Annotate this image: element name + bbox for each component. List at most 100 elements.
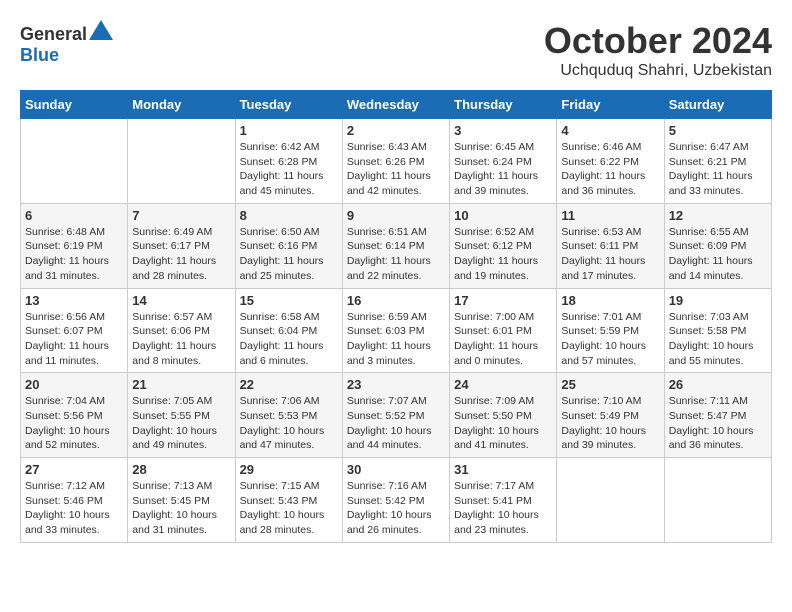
day-number: 16 (347, 293, 445, 308)
day-info: Sunrise: 7:05 AMSunset: 5:55 PMDaylight:… (132, 394, 230, 453)
day-number: 3 (454, 123, 552, 138)
day-info: Sunrise: 6:51 AMSunset: 6:14 PMDaylight:… (347, 225, 445, 284)
weekday-header-tuesday: Tuesday (235, 91, 342, 119)
calendar-cell: 29 Sunrise: 7:15 AMSunset: 5:43 PMDayligh… (235, 458, 342, 543)
weekday-header-monday: Monday (128, 91, 235, 119)
day-info: Sunrise: 6:57 AMSunset: 6:06 PMDaylight:… (132, 310, 230, 369)
calendar-week-3: 13 Sunrise: 6:56 AMSunset: 6:07 PMDayligh… (21, 288, 772, 373)
day-info: Sunrise: 6:59 AMSunset: 6:03 PMDaylight:… (347, 310, 445, 369)
day-number: 19 (669, 293, 767, 308)
calendar-cell: 11 Sunrise: 6:53 AMSunset: 6:11 PMDayligh… (557, 203, 664, 288)
calendar-cell: 25Sunrise: 7:10 AMSunset: 5:49 PMDayligh… (557, 373, 664, 458)
calendar-cell: 5Sunrise: 6:47 AMSunset: 6:21 PMDaylight… (664, 119, 771, 204)
day-number: 12 (669, 208, 767, 223)
calendar-cell: 30Sunrise: 7:16 AMSunset: 5:42 PMDayligh… (342, 458, 449, 543)
calendar-cell (664, 458, 771, 543)
weekday-header-friday: Friday (557, 91, 664, 119)
day-number: 21 (132, 377, 230, 392)
day-info: Sunrise: 7:17 AMSunset: 5:41 PMDaylight:… (454, 479, 552, 538)
weekday-header-sunday: Sunday (21, 91, 128, 119)
weekday-header-thursday: Thursday (450, 91, 557, 119)
day-info: Sunrise: 6:58 AMSunset: 6:04 PMDaylight:… (240, 310, 338, 369)
day-number: 24 (454, 377, 552, 392)
day-number: 14 (132, 293, 230, 308)
calendar-week-4: 20 Sunrise: 7:04 AMSunset: 5:56 PMDayligh… (21, 373, 772, 458)
day-number: 5 (669, 123, 767, 138)
calendar-cell: 6 Sunrise: 6:48 AMSunset: 6:19 PMDaylight… (21, 203, 128, 288)
calendar-cell: 31 Sunrise: 7:17 AMSunset: 5:41 PMDayligh… (450, 458, 557, 543)
calendar-cell: 9 Sunrise: 6:51 AMSunset: 6:14 PMDaylight… (342, 203, 449, 288)
day-number: 2 (347, 123, 445, 138)
day-number: 26 (669, 377, 767, 392)
calendar-cell: 3 Sunrise: 6:45 AMSunset: 6:24 PMDaylight… (450, 119, 557, 204)
day-number: 11 (561, 208, 659, 223)
day-number: 28 (132, 462, 230, 477)
calendar-cell: 27 Sunrise: 7:12 AMSunset: 5:46 PMDayligh… (21, 458, 128, 543)
day-info: Sunrise: 6:53 AMSunset: 6:11 PMDaylight:… (561, 225, 659, 284)
day-info: Sunrise: 7:03 AMSunset: 5:58 PMDaylight:… (669, 310, 767, 369)
logo-blue: Blue (20, 45, 59, 65)
day-info: Sunrise: 6:45 AMSunset: 6:24 PMDaylight:… (454, 140, 552, 199)
calendar-cell: 12Sunrise: 6:55 AMSunset: 6:09 PMDayligh… (664, 203, 771, 288)
day-number: 27 (25, 462, 123, 477)
month-title: October 2024 (544, 20, 772, 62)
calendar-table: SundayMondayTuesdayWednesdayThursdayFrid… (20, 90, 772, 543)
day-info: Sunrise: 6:50 AMSunset: 6:16 PMDaylight:… (240, 225, 338, 284)
calendar-cell: 22Sunrise: 7:06 AMSunset: 5:53 PMDayligh… (235, 373, 342, 458)
calendar-cell: 18 Sunrise: 7:01 AMSunset: 5:59 PMDayligh… (557, 288, 664, 373)
calendar-cell: 1 Sunrise: 6:42 AMSunset: 6:28 PMDaylight… (235, 119, 342, 204)
day-number: 10 (454, 208, 552, 223)
day-number: 15 (240, 293, 338, 308)
day-number: 31 (454, 462, 552, 477)
day-number: 29 (240, 462, 338, 477)
calendar-cell: 14 Sunrise: 6:57 AMSunset: 6:06 PMDayligh… (128, 288, 235, 373)
calendar-cell: 4Sunrise: 6:46 AMSunset: 6:22 PMDaylight… (557, 119, 664, 204)
day-info: Sunrise: 7:07 AMSunset: 5:52 PMDaylight:… (347, 394, 445, 453)
calendar-cell: 10Sunrise: 6:52 AMSunset: 6:12 PMDayligh… (450, 203, 557, 288)
day-number: 20 (25, 377, 123, 392)
day-info: Sunrise: 7:12 AMSunset: 5:46 PMDaylight:… (25, 479, 123, 538)
calendar-cell (21, 119, 128, 204)
location-subtitle: Uchquduq Shahri, Uzbekistan (544, 62, 772, 80)
day-info: Sunrise: 7:15 AMSunset: 5:43 PMDaylight:… (240, 479, 338, 538)
day-number: 7 (132, 208, 230, 223)
day-number: 9 (347, 208, 445, 223)
day-number: 30 (347, 462, 445, 477)
day-info: Sunrise: 6:56 AMSunset: 6:07 PMDaylight:… (25, 310, 123, 369)
day-info: Sunrise: 7:13 AMSunset: 5:45 PMDaylight:… (132, 479, 230, 538)
calendar-cell (128, 119, 235, 204)
day-number: 18 (561, 293, 659, 308)
calendar-cell: 20 Sunrise: 7:04 AMSunset: 5:56 PMDayligh… (21, 373, 128, 458)
day-info: Sunrise: 7:06 AMSunset: 5:53 PMDaylight:… (240, 394, 338, 453)
day-info: Sunrise: 7:01 AMSunset: 5:59 PMDaylight:… (561, 310, 659, 369)
day-number: 25 (561, 377, 659, 392)
day-info: Sunrise: 6:48 AMSunset: 6:19 PMDaylight:… (25, 225, 123, 284)
title-block: October 2024 Uchquduq Shahri, Uzbekistan (544, 20, 772, 80)
day-number: 8 (240, 208, 338, 223)
weekday-header-row: SundayMondayTuesdayWednesdayThursdayFrid… (21, 91, 772, 119)
day-number: 1 (240, 123, 338, 138)
day-info: Sunrise: 6:49 AMSunset: 6:17 PMDaylight:… (132, 225, 230, 284)
logo-icon (89, 20, 113, 40)
weekday-header-saturday: Saturday (664, 91, 771, 119)
calendar-cell: 26 Sunrise: 7:11 AMSunset: 5:47 PMDayligh… (664, 373, 771, 458)
logo: General Blue (20, 20, 113, 66)
calendar-cell: 23Sunrise: 7:07 AMSunset: 5:52 PMDayligh… (342, 373, 449, 458)
day-number: 13 (25, 293, 123, 308)
day-info: Sunrise: 6:42 AMSunset: 6:28 PMDaylight:… (240, 140, 338, 199)
day-number: 6 (25, 208, 123, 223)
calendar-cell: 16 Sunrise: 6:59 AMSunset: 6:03 PMDayligh… (342, 288, 449, 373)
logo-general: General (20, 24, 87, 44)
weekday-header-wednesday: Wednesday (342, 91, 449, 119)
day-info: Sunrise: 7:04 AMSunset: 5:56 PMDaylight:… (25, 394, 123, 453)
calendar-cell: 8 Sunrise: 6:50 AMSunset: 6:16 PMDaylight… (235, 203, 342, 288)
day-info: Sunrise: 6:43 AMSunset: 6:26 PMDaylight:… (347, 140, 445, 199)
calendar-cell: 15 Sunrise: 6:58 AMSunset: 6:04 PMDayligh… (235, 288, 342, 373)
day-number: 4 (561, 123, 659, 138)
day-info: Sunrise: 7:00 AMSunset: 6:01 PMDaylight:… (454, 310, 552, 369)
page-header: General Blue October 2024 Uchquduq Shahr… (20, 20, 772, 80)
calendar-week-5: 27 Sunrise: 7:12 AMSunset: 5:46 PMDayligh… (21, 458, 772, 543)
calendar-week-1: 1 Sunrise: 6:42 AMSunset: 6:28 PMDaylight… (21, 119, 772, 204)
day-info: Sunrise: 7:11 AMSunset: 5:47 PMDaylight:… (669, 394, 767, 453)
calendar-cell: 7 Sunrise: 6:49 AMSunset: 6:17 PMDaylight… (128, 203, 235, 288)
